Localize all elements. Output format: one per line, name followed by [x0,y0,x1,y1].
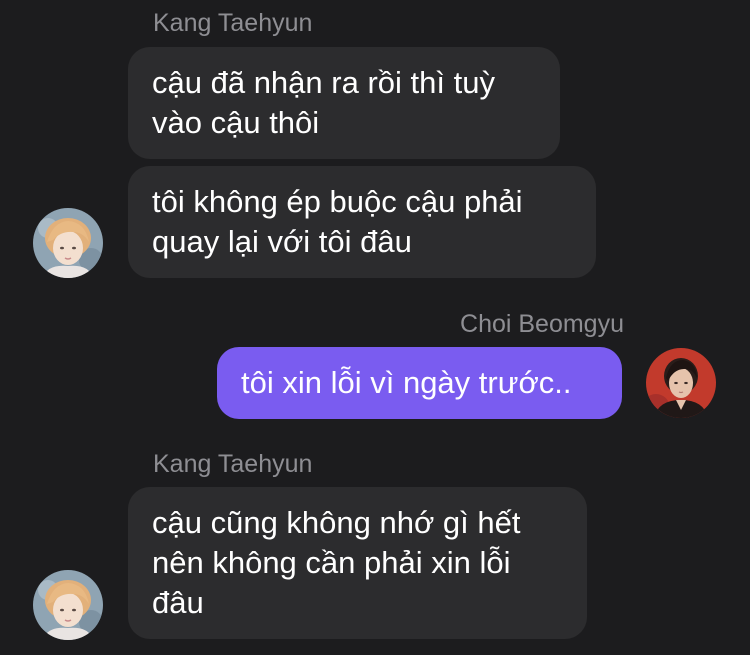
message-text: tôi xin lỗi vì ngày trước.. [241,365,572,400]
message-text: cậu đã nhận ra rồi thì tuỳ vào cậu thôi [152,65,495,140]
avatar-dark-hair-person-icon [646,348,716,418]
avatar-kang-taehyun[interactable] [33,570,103,640]
avatar-blonde-person-icon [33,570,103,640]
message-text: tôi không ép buộc cậu phải quay lại với … [152,184,523,259]
sender-name-choi-beomgyu: Choi Beomgyu [460,310,624,338]
message-bubble-incoming[interactable]: cậu đã nhận ra rồi thì tuỳ vào cậu thôi [128,47,560,159]
chat-screen: { "conversation": { "groups": [ { "sende… [0,0,750,655]
sender-name-kang-taehyun: Kang Taehyun [153,450,313,478]
avatar-kang-taehyun[interactable] [33,208,103,278]
message-text: cậu cũng không nhớ gì hết nên không cần … [152,505,521,620]
avatar-choi-beomgyu[interactable] [646,348,716,418]
sender-name-kang-taehyun: Kang Taehyun [153,9,313,37]
avatar-blonde-person-icon [33,208,103,278]
message-bubble-outgoing[interactable]: tôi xin lỗi vì ngày trước.. [217,347,622,419]
message-bubble-incoming[interactable]: tôi không ép buộc cậu phải quay lại với … [128,166,596,278]
message-bubble-incoming[interactable]: cậu cũng không nhớ gì hết nên không cần … [128,487,587,639]
